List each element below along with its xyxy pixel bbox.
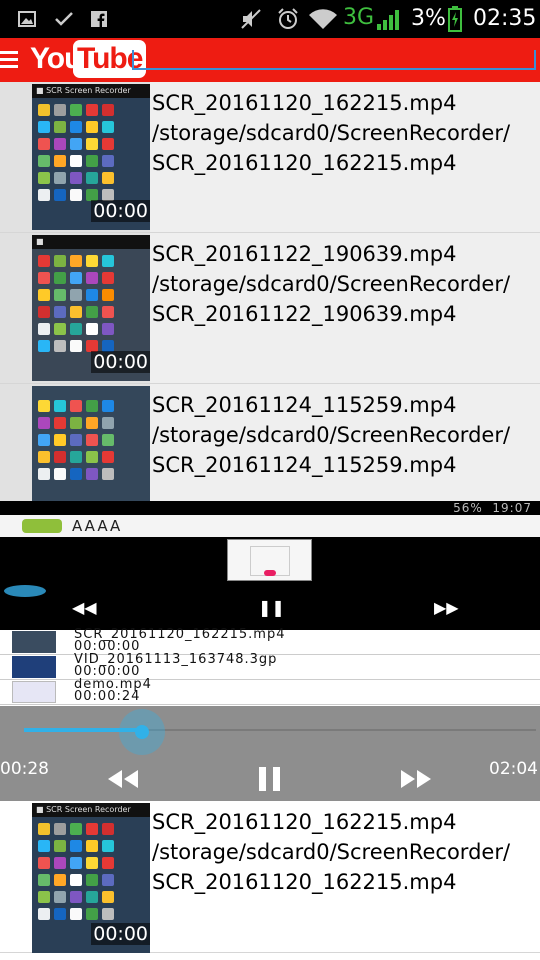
mute-icon [240, 8, 264, 30]
inset-app-bar: AAAA [0, 515, 540, 537]
video-thumbnail [32, 386, 150, 501]
inset-battery: 56% [453, 501, 483, 515]
signal-icon [376, 8, 400, 30]
android-icon [22, 519, 62, 533]
video-thumbnail: ■ 00:00 [32, 235, 150, 381]
rewind-button[interactable] [105, 764, 141, 794]
network-type: 3G [343, 5, 375, 30]
video-path: /storage/sdcard0/ScreenRecorder/ [152, 272, 511, 296]
video-info: SCR_20161120_162215.mp4 /storage/sdcard0… [152, 88, 540, 178]
total-time: 02:04 [489, 759, 538, 779]
inset-clock: 19:07 [492, 501, 532, 515]
image-icon [18, 8, 36, 30]
inset-pause-icon: ❚❚ [258, 598, 285, 617]
video-duration: 00:00 [91, 200, 150, 222]
rewind-icon [108, 770, 138, 788]
video-info: SCR_20161124_115259.mp4 /storage/sdcard0… [152, 390, 540, 480]
video-row[interactable]: ■ SCR Screen Recorder 00:00 SCR_20161120… [0, 801, 540, 953]
mini-thumbnail [12, 681, 56, 703]
video-thumbnail: ■ SCR Screen Recorder 00:00 [32, 803, 150, 953]
fast-forward-button[interactable] [398, 764, 434, 794]
thumbnail-app-grid [38, 400, 116, 480]
mini-thumbnail [12, 631, 56, 653]
video-path: /storage/sdcard0/ScreenRecorder/ [152, 423, 511, 447]
mini-item-duration: 00:00:24 [74, 689, 141, 704]
video-filename: SCR_20161124_115259.mp4 [152, 453, 457, 477]
wifi-icon [308, 8, 338, 30]
video-title: SCR_20161124_115259.mp4 [152, 393, 457, 417]
video-info: SCR_20161122_190639.mp4 /storage/sdcard0… [152, 239, 540, 329]
video-row[interactable]: ■ 00:00 SCR_20161122_190639.mp4 /storage… [0, 233, 540, 384]
video-filename: SCR_20161120_162215.mp4 [152, 870, 457, 894]
elapsed-time: 00:28 [0, 759, 49, 779]
video-filename: SCR_20161122_190639.mp4 [152, 302, 457, 326]
video-duration: 00:00 [91, 351, 150, 373]
menu-icon[interactable] [0, 51, 18, 69]
video-row[interactable]: SCR_20161124_115259.mp4 /storage/sdcard0… [0, 384, 540, 501]
inset-status-bar: 56% 19:07 [0, 501, 540, 515]
video-filename: SCR_20161120_162215.mp4 [152, 151, 457, 175]
mini-thumbnail [12, 656, 56, 678]
alarm-icon [276, 8, 300, 30]
video-path: /storage/sdcard0/ScreenRecorder/ [152, 840, 511, 864]
battery-percent: 3% [411, 6, 446, 31]
inset-rewind-icon: ◀◀ [72, 598, 97, 617]
thumbnail-app-grid [38, 104, 116, 201]
media-player: 00:28 02:04 [0, 706, 540, 801]
app-header: You Tube [0, 38, 540, 82]
list-item[interactable]: demo.mp4 00:00:24 [0, 678, 540, 705]
video-thumbnail: ■ SCR Screen Recorder 00:00 [32, 84, 150, 230]
video-row[interactable]: ■ SCR Screen Recorder 00:00 SCR_20161120… [0, 82, 540, 233]
thumbnail-app-grid [38, 823, 116, 920]
inset-app-title: AAAA [72, 517, 123, 535]
video-title: SCR_20161120_162215.mp4 [152, 810, 457, 834]
inset-seek-knob [4, 585, 46, 597]
search-input[interactable] [132, 50, 536, 70]
seek-handle[interactable] [119, 709, 165, 755]
inset-video-preview [227, 539, 312, 581]
clock: 02:35 [473, 6, 537, 31]
video-info: SCR_20161120_162215.mp4 /storage/sdcard0… [152, 807, 540, 897]
battery-icon [448, 6, 462, 32]
inset-forward-icon: ▶▶ [434, 598, 459, 617]
embedded-player-screenshot: 56% 19:07 AAAA ◀◀ ❚❚ ▶▶ [0, 501, 540, 630]
mini-playlist: SCR_20161120_162215.mp4 00:00:00 VID_201… [0, 628, 540, 706]
fast-forward-icon [401, 770, 431, 788]
status-bar: 3G 3% 02:35 [0, 0, 540, 38]
facebook-icon [91, 8, 107, 30]
video-title: SCR_20161122_190639.mp4 [152, 242, 457, 266]
pause-button[interactable] [252, 764, 288, 794]
pause-icon [259, 767, 280, 791]
thumbnail-app-grid [38, 255, 116, 352]
video-title: SCR_20161120_162215.mp4 [152, 91, 457, 115]
video-path: /storage/sdcard0/ScreenRecorder/ [152, 121, 511, 145]
check-icon [54, 8, 74, 30]
video-duration: 00:00 [91, 923, 150, 945]
